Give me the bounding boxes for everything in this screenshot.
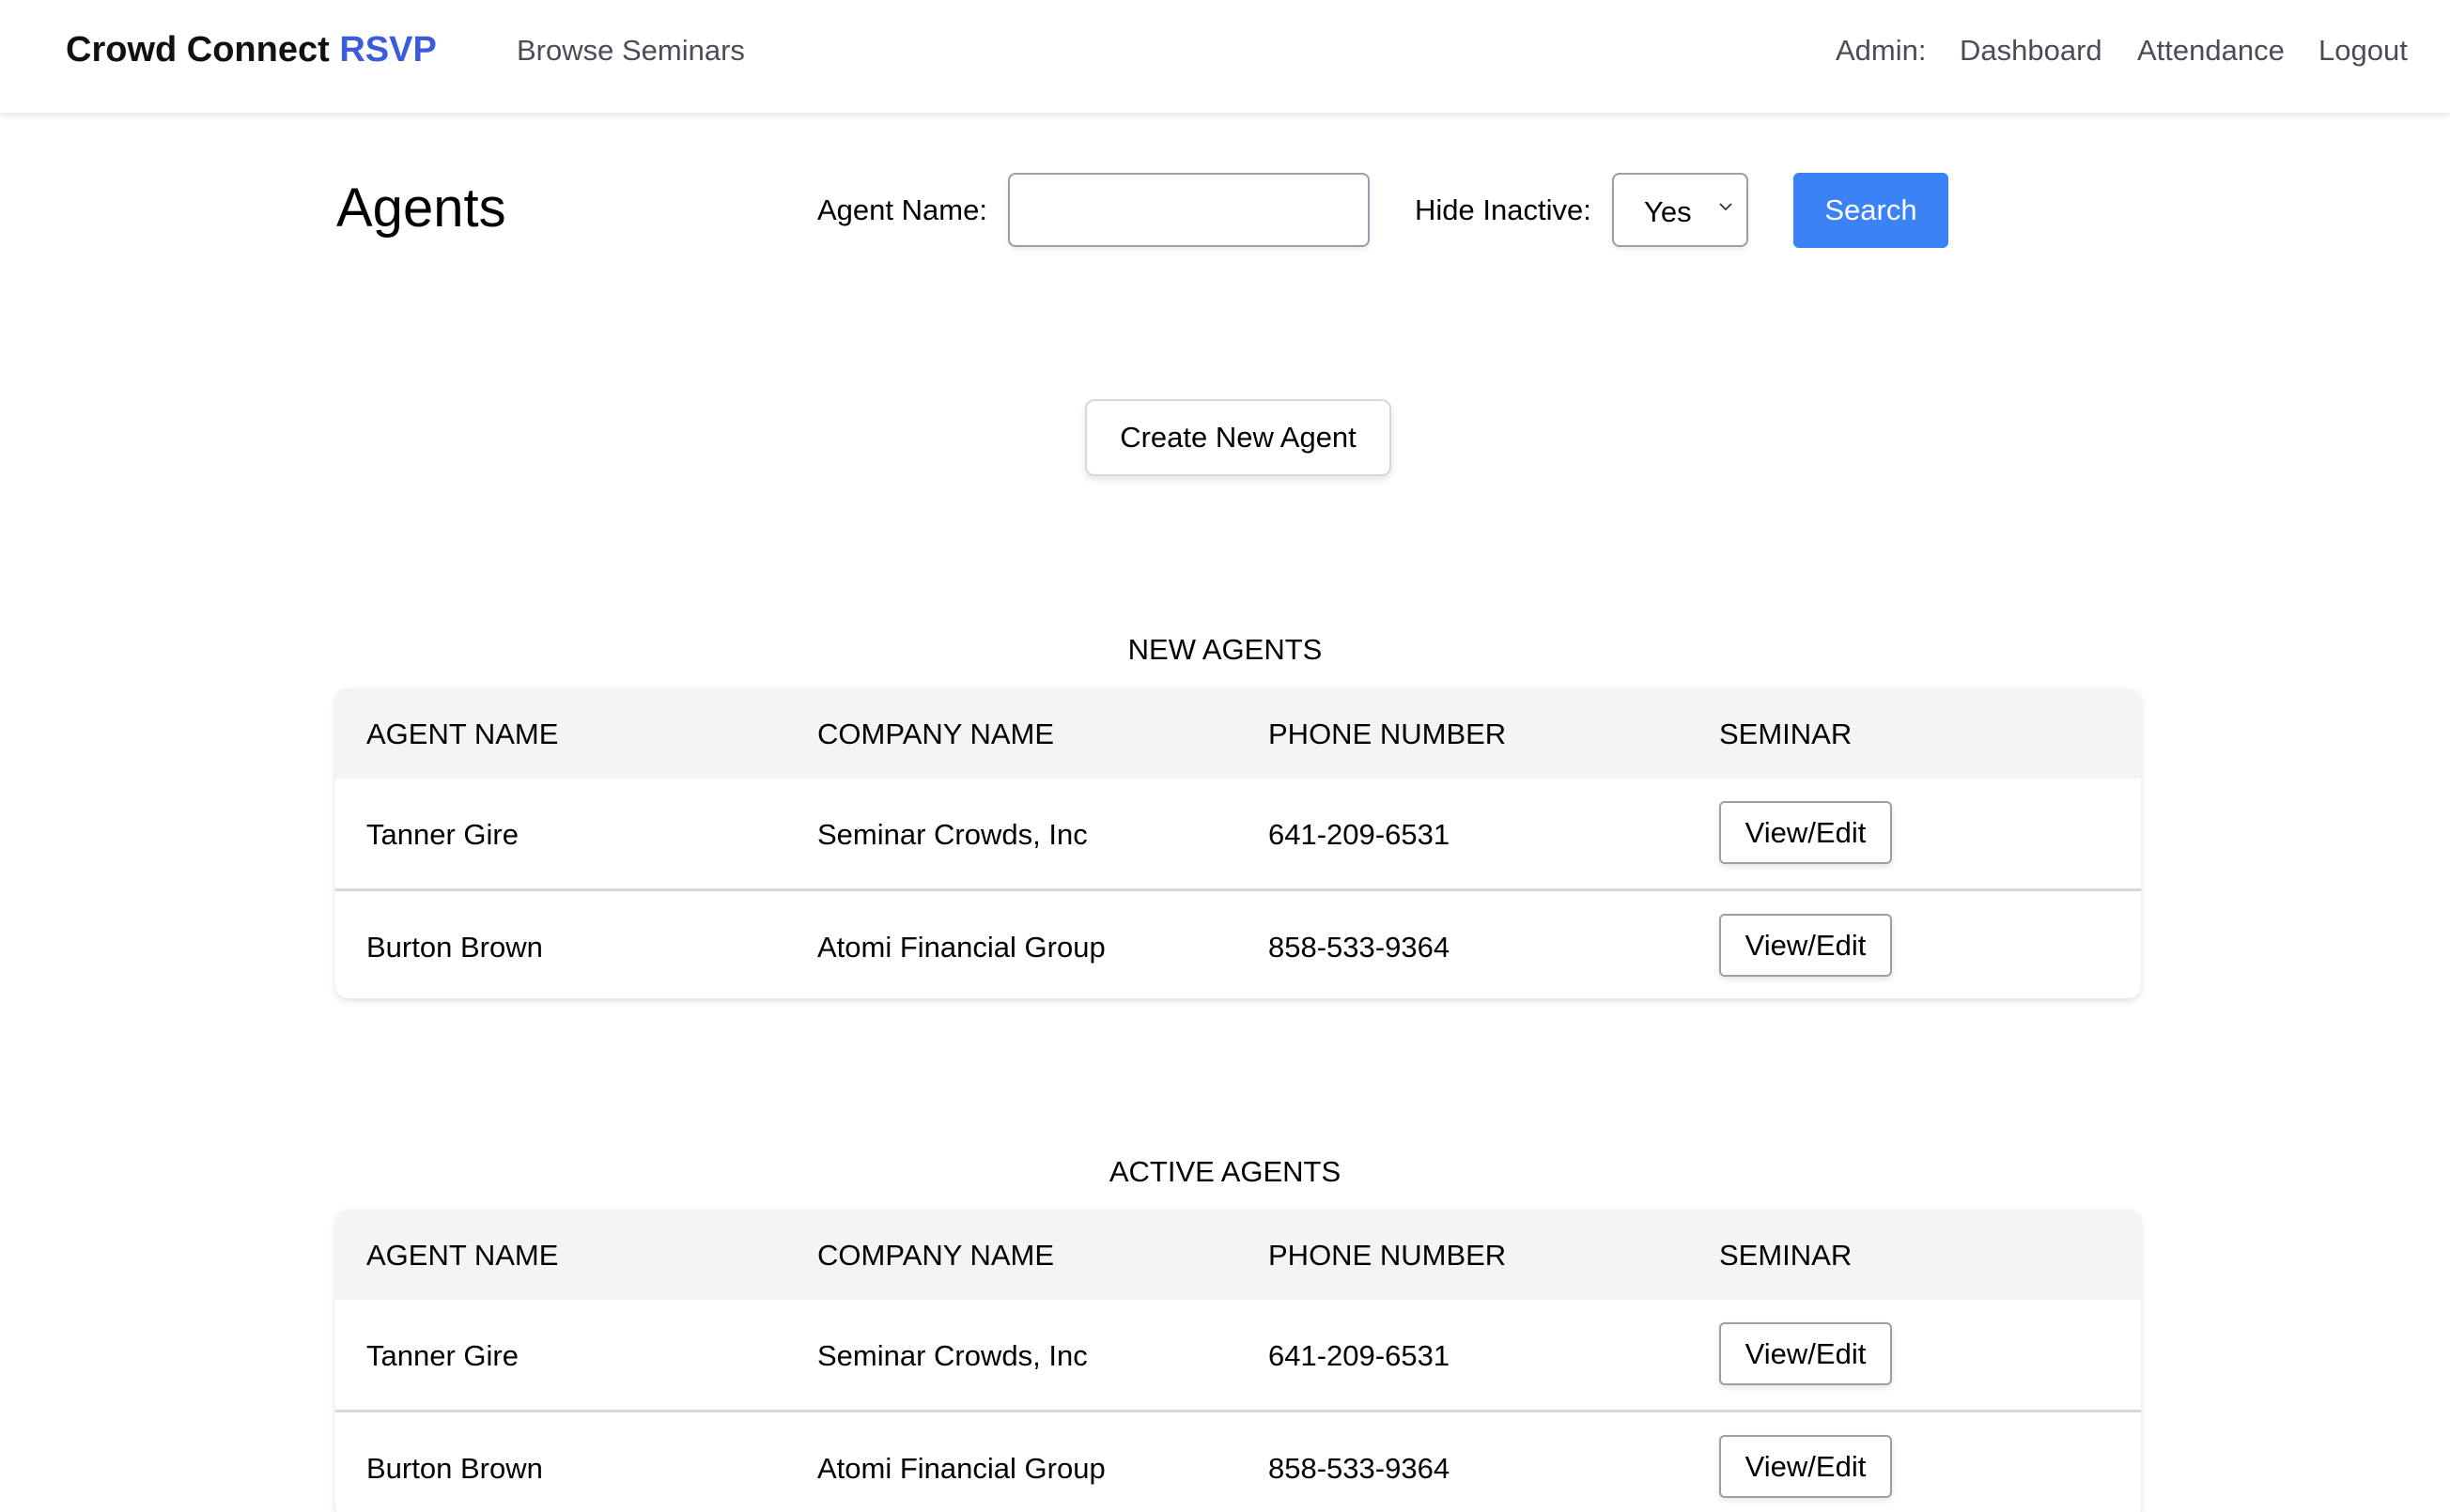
- hide-inactive-label: Hide Inactive:: [1415, 193, 1591, 226]
- agent-name: Tanner Gire: [366, 1339, 519, 1372]
- col-company-name: COMPANY NAME: [817, 1239, 1055, 1272]
- brand-logo[interactable]: Crowd Connect RSVP: [66, 30, 437, 70]
- create-new-agent-button[interactable]: Create New Agent: [1085, 399, 1391, 476]
- table-row: Burton Brown Atomi Financial Group 858-5…: [335, 1410, 2141, 1512]
- agent-name: Burton Brown: [366, 931, 543, 964]
- col-phone-number: PHONE NUMBER: [1268, 1239, 1507, 1272]
- top-navbar: Crowd Connect RSVP Browse Seminars Admin…: [0, 0, 2450, 113]
- active-agents-table: AGENT NAME COMPANY NAME PHONE NUMBER SEM…: [335, 1210, 2141, 1512]
- hide-inactive-select[interactable]: Yes: [1612, 173, 1748, 247]
- table-header: AGENT NAME COMPANY NAME PHONE NUMBER SEM…: [335, 688, 2141, 779]
- company-name: Seminar Crowds, Inc: [817, 1339, 1088, 1372]
- admin-label: Admin:: [1836, 34, 1927, 67]
- col-seminar: SEMINAR: [1719, 1239, 1853, 1272]
- agent-name: Burton Brown: [366, 1452, 543, 1485]
- nav-logout[interactable]: Logout: [2318, 34, 2408, 68]
- agent-name-label: Agent Name:: [817, 193, 987, 226]
- col-agent-name: AGENT NAME: [366, 717, 559, 750]
- company-name: Seminar Crowds, Inc: [817, 818, 1088, 851]
- phone-number: 641-209-6531: [1268, 1339, 1450, 1372]
- hide-inactive-value: Yes: [1644, 195, 1692, 228]
- view-edit-button[interactable]: View/Edit: [1719, 1435, 1892, 1498]
- page-title: Agents: [336, 177, 506, 239]
- phone-number: 858-533-9364: [1268, 931, 1450, 964]
- agent-name: Tanner Gire: [366, 818, 519, 851]
- new-agents-table: AGENT NAME COMPANY NAME PHONE NUMBER SEM…: [335, 688, 2141, 998]
- company-name: Atomi Financial Group: [817, 931, 1106, 964]
- table-row: Tanner Gire Seminar Crowds, Inc 641-209-…: [335, 779, 2141, 888]
- col-agent-name: AGENT NAME: [366, 1239, 559, 1272]
- view-edit-button[interactable]: View/Edit: [1719, 1322, 1892, 1385]
- col-phone-number: PHONE NUMBER: [1268, 717, 1507, 750]
- view-edit-button[interactable]: View/Edit: [1719, 801, 1892, 864]
- search-button[interactable]: Search: [1793, 173, 1948, 248]
- company-name: Atomi Financial Group: [817, 1452, 1106, 1485]
- nav-dashboard[interactable]: Dashboard: [1960, 34, 2102, 68]
- view-edit-button[interactable]: View/Edit: [1719, 914, 1892, 977]
- col-seminar: SEMINAR: [1719, 717, 1853, 750]
- active-agents-heading: ACTIVE AGENTS: [1109, 1155, 1341, 1188]
- chevron-down-icon: [1719, 203, 1732, 211]
- new-agents-heading: NEW AGENTS: [1127, 633, 1323, 666]
- agent-name-input[interactable]: [1008, 173, 1370, 247]
- table-header: AGENT NAME COMPANY NAME PHONE NUMBER SEM…: [335, 1210, 2141, 1300]
- table-row: Burton Brown Atomi Financial Group 858-5…: [335, 888, 2141, 998]
- nav-attendance[interactable]: Attendance: [2137, 34, 2285, 68]
- col-company-name: COMPANY NAME: [817, 717, 1055, 750]
- table-row: Tanner Gire Seminar Crowds, Inc 641-209-…: [335, 1300, 2141, 1410]
- nav-browse-seminars[interactable]: Browse Seminars: [517, 34, 745, 68]
- phone-number: 858-533-9364: [1268, 1452, 1450, 1485]
- brand-accent: RSVP: [339, 30, 437, 69]
- phone-number: 641-209-6531: [1268, 818, 1450, 851]
- brand-name: Crowd Connect: [66, 30, 330, 69]
